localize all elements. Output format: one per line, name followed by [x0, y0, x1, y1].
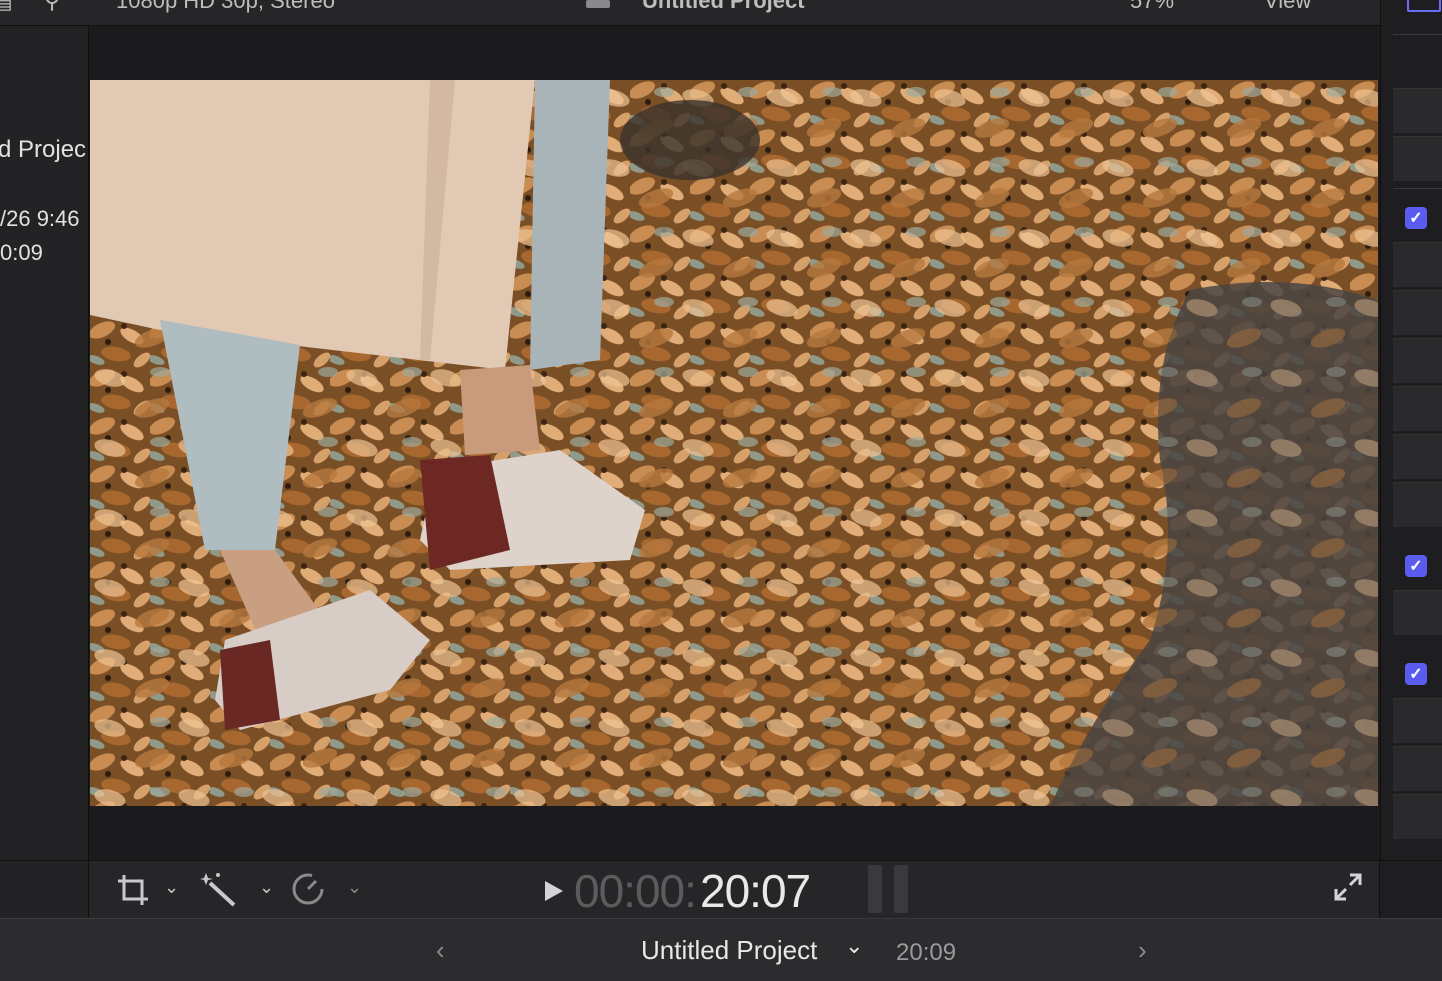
- timeline-project-name[interactable]: Untitled Project: [641, 935, 817, 966]
- viewer-title: Untitled Project: [642, 0, 805, 13]
- inspector-row[interactable]: [1393, 746, 1442, 791]
- project-name[interactable]: d Projec: [0, 136, 86, 164]
- chevron-down-icon[interactable]: ⌄: [164, 877, 179, 898]
- timeline-duration: 20:09: [896, 939, 957, 966]
- zoom-level[interactable]: 57%: [1130, 0, 1174, 14]
- chevron-down-icon[interactable]: ⌄: [845, 933, 863, 959]
- crop-transform-icon[interactable]: [116, 873, 150, 912]
- checkmark-icon: ✓: [1409, 558, 1423, 575]
- inspector-row[interactable]: [1393, 434, 1442, 479]
- magic-wand-icon[interactable]: [200, 871, 238, 914]
- project-format: 1080p HD 30p, Stereo: [116, 0, 335, 13]
- viewer-header: ▤ ⚲ 1080p HD 30p, Stereo Untitled Projec…: [0, 0, 1442, 26]
- inspector-footer: [1379, 861, 1442, 919]
- back-arrow-icon[interactable]: ‹: [436, 935, 445, 966]
- inspector-row[interactable]: [1393, 242, 1442, 287]
- expand-icon[interactable]: [1334, 873, 1362, 906]
- inspector-row[interactable]: [1393, 698, 1442, 743]
- inspector-row[interactable]: [1393, 794, 1442, 839]
- speedometer-icon[interactable]: [290, 871, 326, 912]
- view-menu[interactable]: View: [1264, 0, 1311, 14]
- chevron-down-icon[interactable]: ⌄: [347, 877, 362, 898]
- forward-arrow-icon[interactable]: ›: [1138, 935, 1147, 966]
- checkmark-icon: ✓: [1409, 666, 1423, 683]
- checkmark-icon: ✓: [1409, 210, 1423, 227]
- project-duration: 0:09: [0, 240, 43, 265]
- inspector-row[interactable]: [1393, 136, 1442, 181]
- inspector-row[interactable]: [1393, 338, 1442, 383]
- crop-checkbox[interactable]: ✓: [1405, 555, 1427, 577]
- viewer: [89, 26, 1379, 860]
- inspector-row[interactable]: [1393, 482, 1442, 527]
- distort-checkbox[interactable]: ✓: [1405, 663, 1427, 685]
- search-icon[interactable]: ⚲: [44, 0, 60, 14]
- divider: [1393, 34, 1442, 35]
- timecode-display[interactable]: 20:07: [700, 864, 811, 918]
- project-icon: [586, 0, 610, 8]
- inspector-pane: ✓ ✓ ✓: [1380, 0, 1442, 860]
- inspector-row[interactable]: [1393, 290, 1442, 335]
- library-icon[interactable]: ▤: [0, 0, 13, 14]
- audio-meter-right: [894, 865, 908, 913]
- timecode-prefix: 00:00:: [574, 865, 697, 917]
- video-inspector-icon[interactable]: [1407, 0, 1441, 12]
- inspector-row[interactable]: [1393, 590, 1442, 635]
- transform-checkbox[interactable]: ✓: [1405, 207, 1427, 229]
- video-frame[interactable]: [90, 80, 1378, 806]
- chevron-down-icon[interactable]: ⌄: [259, 877, 274, 898]
- inspector-row[interactable]: [1393, 386, 1442, 431]
- audio-meter-left: [868, 865, 882, 913]
- browser-pane: d Projec /26 9:46 0:09: [0, 26, 89, 860]
- viewer-controls: ⌄ ⌄ ⌄ 00:00: 20:07: [0, 860, 1442, 919]
- play-icon[interactable]: [543, 879, 565, 908]
- browser-pane-footer: [0, 861, 89, 919]
- leaves-video-frame: [90, 80, 1378, 806]
- inspector-row[interactable]: [1393, 88, 1442, 133]
- timeline-header: ‹ Untitled Project ⌄ 20:09 ›: [0, 918, 1442, 981]
- divider: [1393, 188, 1442, 189]
- project-date: /26 9:46: [0, 206, 80, 231]
